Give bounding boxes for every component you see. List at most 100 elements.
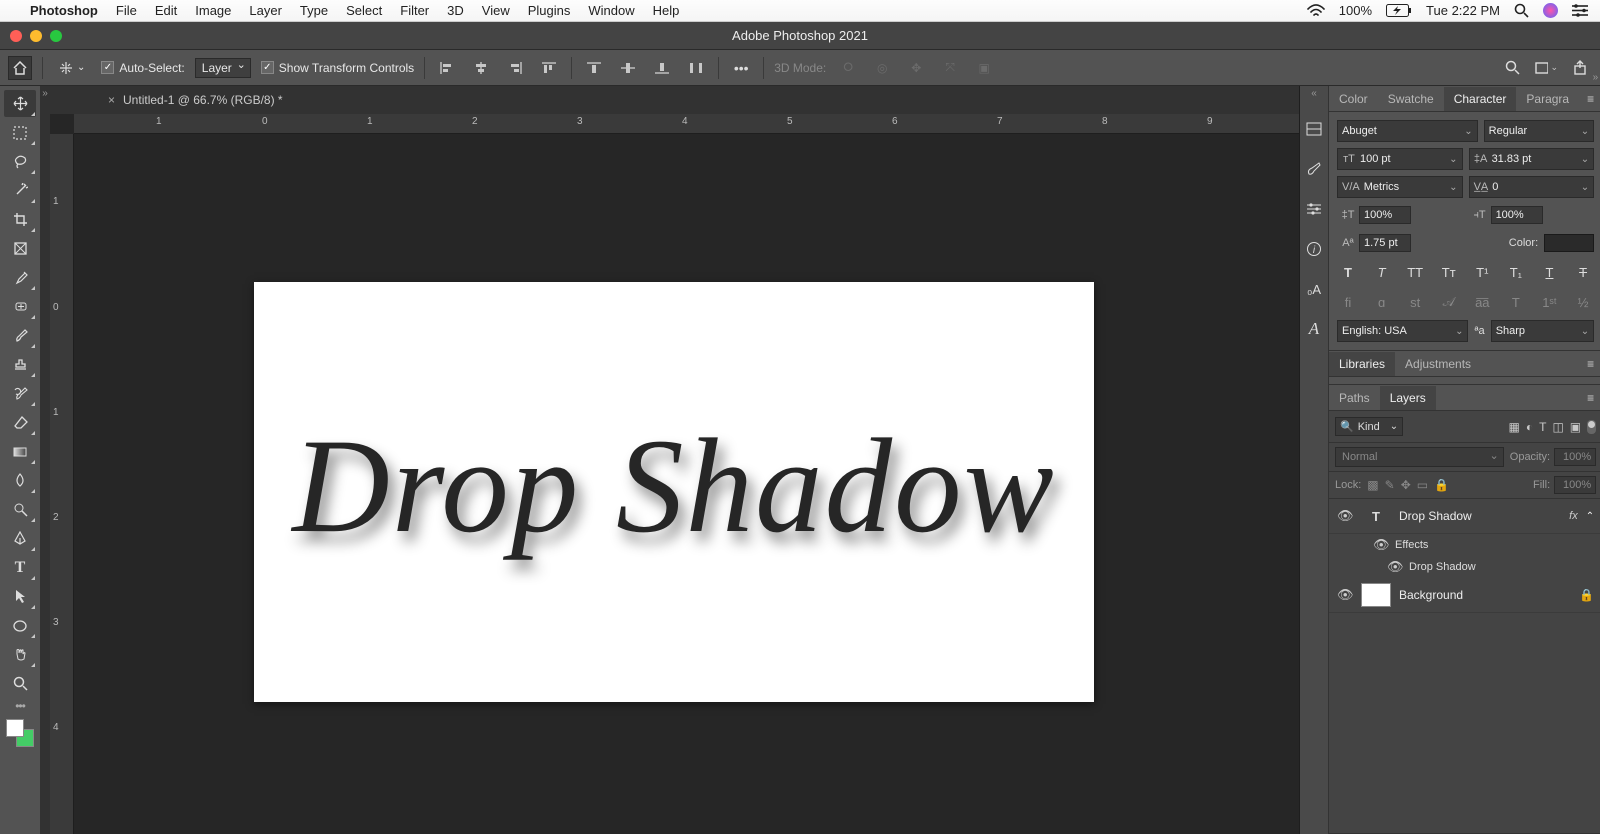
menu-plugins[interactable]: Plugins bbox=[528, 3, 571, 18]
healing-tool[interactable] bbox=[4, 293, 36, 320]
stylistic-alt-icon[interactable]: a͞a bbox=[1471, 292, 1493, 312]
marquee-tool[interactable] bbox=[4, 119, 36, 146]
history-panel-icon[interactable] bbox=[1300, 115, 1328, 143]
collapse-effects-icon[interactable]: ⌃ bbox=[1586, 511, 1594, 522]
discretionary-icon[interactable]: st bbox=[1404, 292, 1426, 312]
ordinals-icon[interactable]: 1ˢᵗ bbox=[1538, 292, 1560, 312]
ligature-icon[interactable]: fi bbox=[1337, 292, 1359, 312]
filter-image-icon[interactable]: ▦ bbox=[1509, 420, 1520, 434]
menu-3d[interactable]: 3D bbox=[447, 3, 464, 18]
bold-icon[interactable]: T bbox=[1337, 262, 1359, 282]
visibility-toggle-icon[interactable]: 👁 bbox=[1373, 537, 1389, 553]
layer-name[interactable]: Background bbox=[1399, 588, 1571, 602]
italic-icon[interactable]: T bbox=[1371, 262, 1393, 282]
window-minimize-button[interactable] bbox=[30, 30, 42, 42]
home-button[interactable] bbox=[8, 56, 32, 80]
vertical-ruler[interactable]: 1 0 1 2 3 4 bbox=[50, 134, 74, 834]
spotlight-icon[interactable] bbox=[1514, 3, 1529, 18]
auto-select-target[interactable]: Layer bbox=[195, 58, 251, 78]
language-select[interactable]: English: USA⌄ bbox=[1337, 320, 1468, 342]
character-panel-icon[interactable]: A bbox=[1300, 315, 1328, 343]
show-transform-checkbox[interactable]: ✓Show Transform Controls bbox=[261, 61, 414, 75]
move-tool[interactable] bbox=[4, 90, 36, 117]
zoom-tool[interactable] bbox=[4, 670, 36, 697]
eraser-tool[interactable] bbox=[4, 409, 36, 436]
strikethrough-icon[interactable]: T bbox=[1572, 262, 1594, 282]
layer-name[interactable]: Drop Shadow bbox=[1399, 509, 1561, 523]
tab-swatches[interactable]: Swatche bbox=[1378, 87, 1444, 111]
menu-file[interactable]: File bbox=[116, 3, 137, 18]
filter-smart-icon[interactable]: ▣ bbox=[1570, 420, 1581, 434]
fill-field[interactable]: 100% bbox=[1554, 476, 1596, 494]
align-top-icon[interactable] bbox=[537, 56, 561, 80]
superscript-icon[interactable]: T¹ bbox=[1471, 262, 1493, 282]
siri-icon[interactable] bbox=[1543, 3, 1558, 18]
eyedropper-tool[interactable] bbox=[4, 264, 36, 291]
share-icon[interactable] bbox=[1568, 56, 1592, 80]
align-hcenter-icon[interactable] bbox=[469, 56, 493, 80]
menu-edit[interactable]: Edit bbox=[155, 3, 177, 18]
layer-row[interactable]: 👁 T Drop Shadow fx ⌃ bbox=[1329, 499, 1600, 534]
type-tool[interactable]: T bbox=[4, 554, 36, 581]
menu-layer[interactable]: Layer bbox=[249, 3, 282, 18]
history-brush-tool[interactable] bbox=[4, 380, 36, 407]
leading-field[interactable]: ‡A31.83 pt⌄ bbox=[1469, 148, 1595, 170]
gradient-tool[interactable] bbox=[4, 438, 36, 465]
crop-tool[interactable] bbox=[4, 206, 36, 233]
font-style-select[interactable]: Regular⌄ bbox=[1484, 120, 1594, 142]
panel-menu-icon[interactable]: ≡ bbox=[1579, 387, 1600, 409]
layer-filter-kind[interactable]: 🔍Kind⌄ bbox=[1335, 417, 1403, 436]
effects-group[interactable]: 👁Effects bbox=[1329, 534, 1600, 556]
blur-tool[interactable] bbox=[4, 467, 36, 494]
lock-image-icon[interactable]: ✎ bbox=[1385, 478, 1395, 492]
frame-tool[interactable] bbox=[4, 235, 36, 262]
filter-shape-icon[interactable]: ◫ bbox=[1552, 420, 1563, 434]
horizontal-ruler[interactable]: 1 0 1 2 3 4 5 6 7 8 9 bbox=[74, 114, 1299, 134]
lasso-tool[interactable] bbox=[4, 148, 36, 175]
edit-toolbar-icon[interactable]: ••• bbox=[15, 699, 25, 713]
lock-indicator-icon[interactable]: 🔒 bbox=[1579, 588, 1594, 602]
tracking-field[interactable]: V̲A̲0⌄ bbox=[1469, 176, 1595, 198]
font-size-field[interactable]: тT100 pt⌄ bbox=[1337, 148, 1463, 170]
visibility-toggle-icon[interactable]: 👁 bbox=[1387, 559, 1403, 575]
shape-tool[interactable] bbox=[4, 612, 36, 639]
menu-filter[interactable]: Filter bbox=[400, 3, 429, 18]
document-canvas[interactable]: Drop Shadow bbox=[254, 282, 1094, 702]
lock-position-icon[interactable]: ✥ bbox=[1401, 478, 1411, 492]
hand-tool[interactable] bbox=[4, 641, 36, 668]
font-family-select[interactable]: Abuget⌄ bbox=[1337, 120, 1478, 142]
text-color-swatch[interactable] bbox=[1544, 234, 1594, 252]
collapse-panels-icon[interactable]: « bbox=[1311, 88, 1317, 99]
stamp-tool[interactable] bbox=[4, 351, 36, 378]
menu-view[interactable]: View bbox=[482, 3, 510, 18]
layer-row[interactable]: 👁 Background 🔒 bbox=[1329, 578, 1600, 613]
tab-character[interactable]: Character bbox=[1444, 87, 1517, 111]
search-icon[interactable] bbox=[1500, 56, 1524, 80]
tab-paragraph[interactable]: Paragra bbox=[1516, 87, 1579, 111]
lock-transparency-icon[interactable]: ▩ bbox=[1367, 478, 1378, 492]
lock-artboard-icon[interactable]: ▭ bbox=[1417, 478, 1428, 492]
effect-item[interactable]: 👁Drop Shadow bbox=[1329, 556, 1600, 578]
menu-image[interactable]: Image bbox=[195, 3, 231, 18]
panel-menu-icon[interactable]: ≡ bbox=[1579, 353, 1600, 375]
align-right-icon[interactable] bbox=[503, 56, 527, 80]
auto-select-checkbox[interactable]: ✓Auto-Select: bbox=[101, 61, 184, 75]
tab-paths[interactable]: Paths bbox=[1329, 386, 1380, 410]
subscript-icon[interactable]: T₁ bbox=[1505, 262, 1527, 282]
collapse-panels-right-icon[interactable]: » bbox=[1593, 72, 1599, 83]
opacity-field[interactable]: 100% bbox=[1554, 448, 1596, 466]
wifi-icon[interactable] bbox=[1307, 4, 1325, 18]
antialias-select[interactable]: Sharp⌄ bbox=[1491, 320, 1594, 342]
menu-window[interactable]: Window bbox=[588, 3, 634, 18]
filter-adjust-icon[interactable]: ◐ bbox=[1526, 420, 1533, 434]
info-panel-icon[interactable]: i bbox=[1300, 235, 1328, 263]
app-name[interactable]: Photoshop bbox=[30, 3, 98, 18]
allcaps-icon[interactable]: TT bbox=[1404, 262, 1426, 282]
layer-fx-indicator[interactable]: fx bbox=[1569, 510, 1578, 522]
options-panel-icon[interactable] bbox=[1300, 195, 1328, 223]
swash-icon[interactable]: 𝒜 bbox=[1438, 292, 1460, 312]
tab-libraries[interactable]: Libraries bbox=[1329, 352, 1395, 376]
smallcaps-icon[interactable]: Tᴛ bbox=[1438, 262, 1460, 282]
menu-select[interactable]: Select bbox=[346, 3, 382, 18]
brush-panel-icon[interactable] bbox=[1300, 155, 1328, 183]
